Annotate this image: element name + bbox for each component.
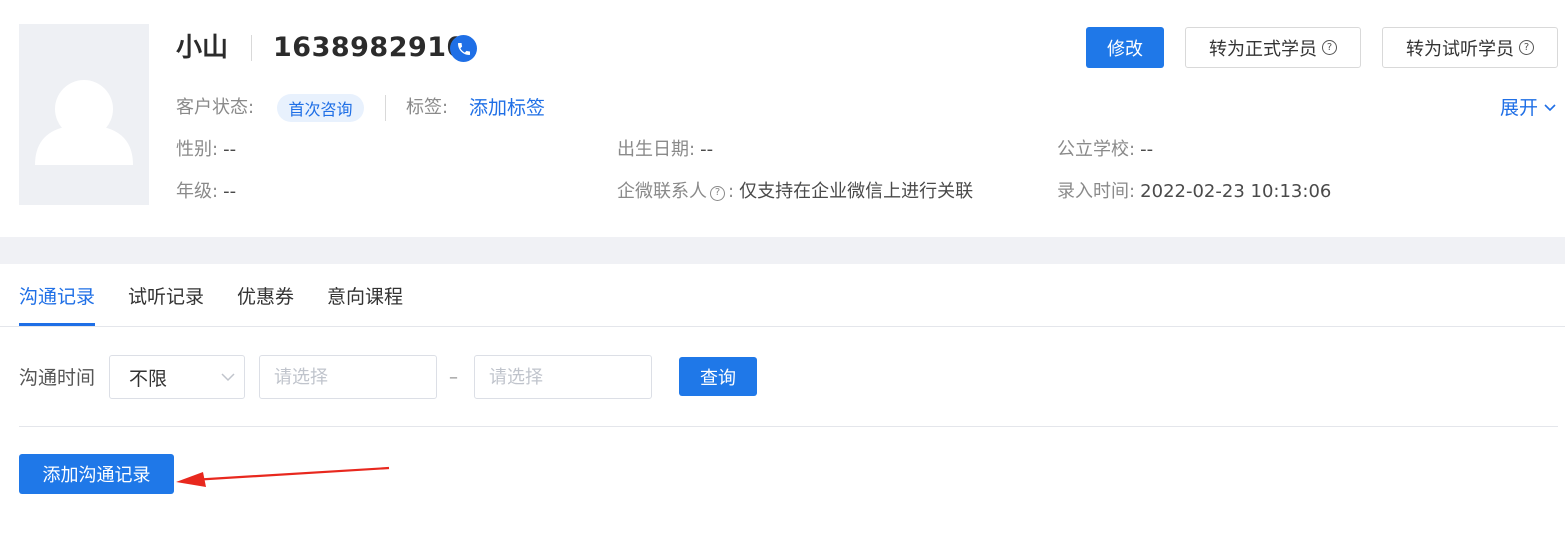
gender-field: 性别: -- [176, 137, 236, 163]
grade-value: -- [223, 181, 237, 202]
tab-trial-records[interactable]: 试听记录 [128, 283, 204, 311]
time-range-select[interactable]: 不限 [109, 355, 245, 399]
wecom-colon: : [728, 181, 735, 202]
convert-formal-label: 转为正式学员 [1209, 38, 1317, 60]
wecom-contact-value: 仅支持在企业微信上进行关联 [739, 181, 974, 202]
tab-intended-courses[interactable]: 意向课程 [327, 283, 403, 311]
birth-date-label: 出生日期: [617, 139, 696, 160]
grade-field: 年级: -- [176, 179, 236, 205]
active-tab-indicator [19, 323, 95, 326]
entry-time-value: 2022-02-23 10:13:06 [1140, 181, 1332, 202]
add-tag-link[interactable]: 添加标签 [469, 95, 545, 121]
public-school-value: -- [1140, 139, 1154, 160]
divider [385, 95, 386, 121]
birth-date-field: 出生日期: -- [617, 137, 713, 163]
customer-name: 小山 [176, 33, 229, 63]
add-communication-record-button[interactable]: 添加沟通记录 [19, 454, 174, 494]
start-date-input[interactable] [259, 355, 437, 399]
query-button[interactable]: 查询 [679, 357, 757, 396]
section-separator [0, 237, 1565, 264]
customer-phone: 1638982910 [273, 32, 466, 63]
convert-trial-student-button[interactable]: 转为试听学员 ? [1382, 27, 1558, 68]
expand-label: 展开 [1500, 97, 1539, 119]
tab-bar-border [0, 326, 1565, 327]
wecom-contact-label: 企微联系人 [617, 181, 707, 202]
entry-time-field: 录入时间: 2022-02-23 10:13:06 [1057, 179, 1331, 205]
grade-label: 年级: [176, 181, 219, 202]
public-school-label: 公立学校: [1057, 139, 1136, 160]
tab-communication-records[interactable]: 沟通记录 [19, 283, 95, 311]
wecom-contact-field: 企微联系人?: 仅支持在企业微信上进行关联 [617, 179, 973, 205]
divider [251, 35, 252, 61]
phone-icon[interactable] [450, 35, 477, 62]
public-school-field: 公立学校: -- [1057, 137, 1153, 163]
birth-date-value: -- [700, 139, 714, 160]
tab-coupons[interactable]: 优惠券 [237, 283, 294, 311]
entry-time-label: 录入时间: [1057, 181, 1136, 202]
gender-value: -- [223, 139, 237, 160]
help-icon[interactable]: ? [710, 185, 725, 201]
annotation-arrow-icon [176, 466, 390, 487]
avatar [19, 24, 149, 205]
tags-label: 标签: [406, 97, 449, 118]
chevron-down-icon [1544, 104, 1556, 112]
time-range-select-value: 不限 [129, 367, 168, 390]
expand-toggle[interactable]: 展开 [1500, 95, 1556, 121]
divider [19, 426, 1558, 427]
status-badge: 首次咨询 [277, 94, 364, 122]
end-date-input[interactable] [474, 355, 652, 399]
edit-button[interactable]: 修改 [1086, 27, 1164, 68]
convert-trial-label: 转为试听学员 [1406, 38, 1514, 60]
status-label: 客户状态: [176, 97, 255, 118]
help-icon: ? [1519, 40, 1534, 55]
gender-label: 性别: [176, 139, 219, 160]
date-range-separator: – [449, 367, 458, 388]
avatar-placeholder-icon [35, 80, 133, 165]
communication-time-label: 沟通时间 [19, 367, 96, 389]
convert-formal-student-button[interactable]: 转为正式学员 ? [1185, 27, 1361, 68]
chevron-down-icon [221, 373, 235, 382]
help-icon: ? [1322, 40, 1337, 55]
